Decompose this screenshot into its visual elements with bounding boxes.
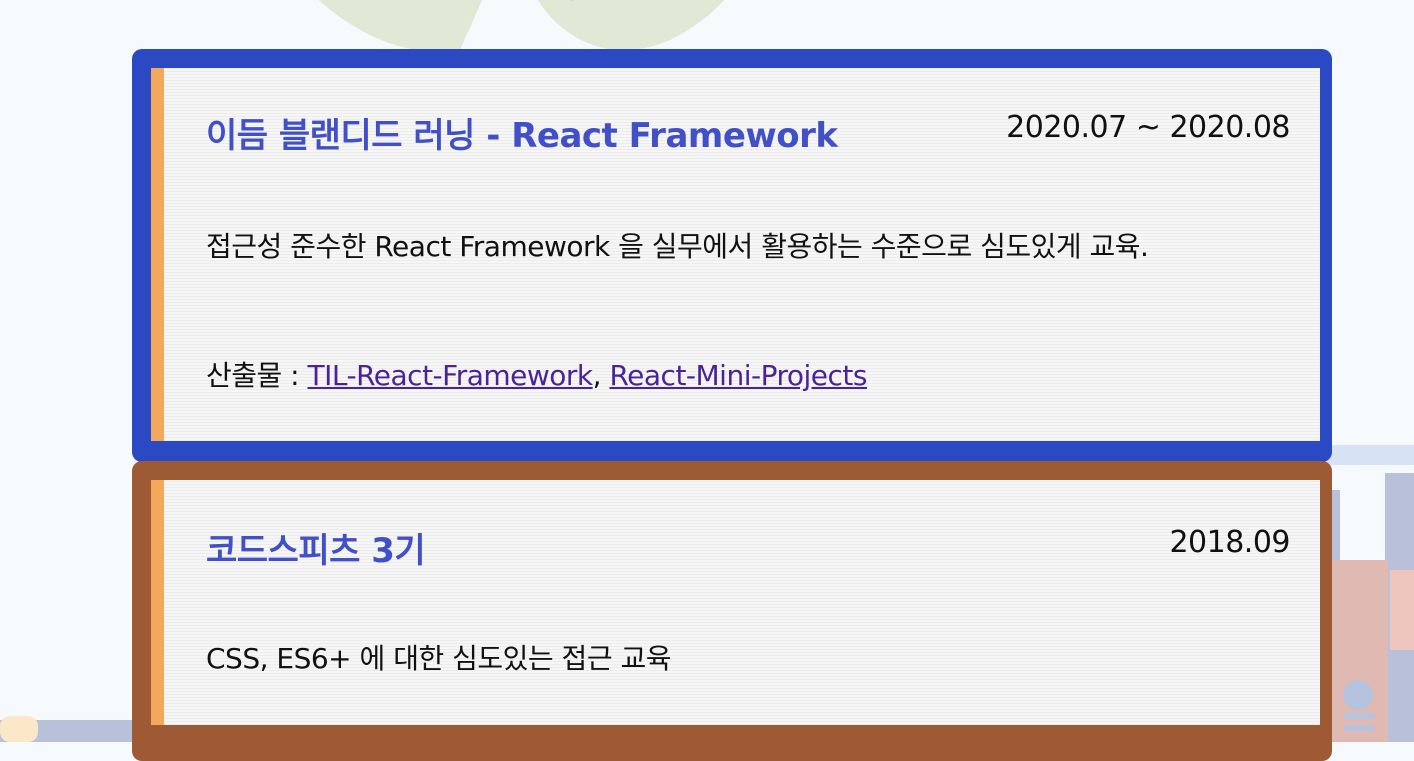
- experience-card-codespitz: 코드스피츠 3기 2018.09 CSS, ES6+ 에 대한 심도있는 접근 …: [132, 461, 1332, 761]
- experience-card-react: 이듬 블랜디드 러닝 - React Framework 2020.07 ~ 2…: [132, 49, 1332, 462]
- experience-description: 접근성 준수한 React Framework 을 실무에서 활용하는 수준으로…: [206, 230, 1149, 263]
- building-illustration: [1320, 445, 1414, 742]
- card-paper: 이듬 블랜디드 러닝 - React Framework 2020.07 ~ 2…: [151, 68, 1320, 441]
- outputs-separator: ,: [592, 359, 610, 392]
- output-link-til-react-framework[interactable]: TIL-React-Framework: [308, 359, 594, 392]
- experience-title: 코드스피츠 3기: [206, 531, 426, 571]
- experience-period: 2020.07 ~ 2020.08: [1006, 110, 1290, 145]
- outputs-label: 산출물 :: [206, 359, 308, 392]
- output-link-react-mini-projects[interactable]: React-Mini-Projects: [609, 359, 867, 392]
- experience-outputs: 산출물 : TIL-React-Framework, React-Mini-Pr…: [206, 354, 867, 394]
- experience-title: 이듬 블랜디드 러닝 - React Framework: [206, 116, 838, 156]
- experience-description: CSS, ES6+ 에 대한 심도있는 접근 교육: [206, 642, 672, 675]
- experience-period: 2018.09: [1169, 525, 1290, 560]
- card-paper: 코드스피츠 3기 2018.09 CSS, ES6+ 에 대한 심도있는 접근 …: [151, 480, 1320, 725]
